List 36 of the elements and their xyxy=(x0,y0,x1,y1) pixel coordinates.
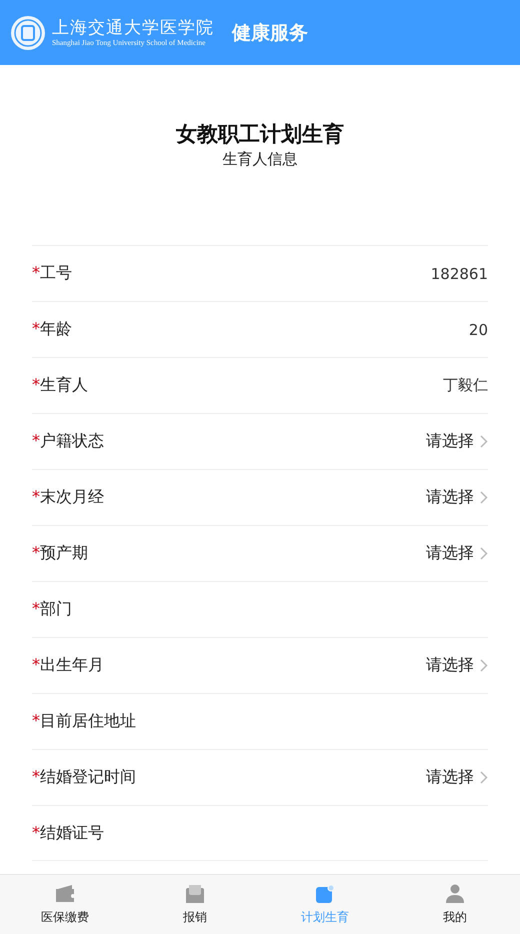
tab[interactable]: 医保缴费 xyxy=(0,875,130,934)
person-icon xyxy=(445,884,465,904)
tab[interactable]: 我的 xyxy=(390,875,520,934)
chevron-right-icon xyxy=(480,659,488,672)
select-field[interactable]: 请选择 xyxy=(426,431,488,452)
field-label: *工号 xyxy=(32,263,72,284)
page-title: 女教职工计划生育 xyxy=(176,121,344,148)
field-label: *户籍状态 xyxy=(32,431,104,452)
wallet-icon xyxy=(54,884,76,904)
field-label: *部门 xyxy=(32,599,72,620)
field-label: *结婚证号 xyxy=(32,822,104,844)
field-label: *结婚登记时间 xyxy=(32,767,136,788)
page-subtitle: 生育人信息 xyxy=(222,150,298,169)
chevron-right-icon xyxy=(480,547,488,560)
tab[interactable]: 报销 xyxy=(130,875,260,934)
field-value: 20 xyxy=(468,320,488,338)
select-field[interactable]: 请选择 xyxy=(426,655,488,676)
select-field[interactable]: 请选择 xyxy=(426,543,488,564)
field-value: 182861 xyxy=(430,264,488,282)
field-value: 丁毅仁 xyxy=(443,376,488,395)
note-icon xyxy=(315,884,335,904)
chevron-right-icon xyxy=(480,771,488,784)
chevron-right-icon xyxy=(480,491,488,504)
header-title: 健康服务 xyxy=(232,20,308,46)
field-label: *年龄 xyxy=(32,319,72,340)
chevron-right-icon xyxy=(480,435,488,448)
select-field[interactable]: 请选择 xyxy=(426,767,488,788)
field-label: *预产期 xyxy=(32,543,88,564)
emblem-icon xyxy=(10,14,46,50)
select-field[interactable]: 请选择 xyxy=(426,487,488,508)
field-label: *末次月经 xyxy=(32,487,104,508)
logo-text: 上海交通大学医学院 xyxy=(52,18,214,38)
field-label: *出生年月 xyxy=(32,655,104,676)
field-label: *目前居住地址 xyxy=(32,711,136,732)
field-label: *生育人 xyxy=(32,375,88,396)
mail-icon xyxy=(185,884,205,904)
